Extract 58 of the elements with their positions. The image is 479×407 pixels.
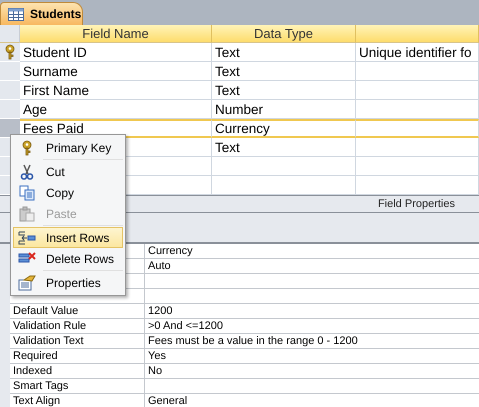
property-label[interactable]: Indexed: [10, 364, 145, 379]
property-value[interactable]: 1200: [145, 304, 479, 319]
property-label[interactable]: Default Value: [10, 304, 145, 319]
key-icon: [22, 140, 32, 156]
table-cell[interactable]: Unique identifier fo: [356, 43, 479, 62]
table-cell[interactable]: Student ID: [20, 43, 212, 62]
section-title: Field Properties: [378, 198, 455, 210]
scissors-icon: [20, 164, 34, 180]
menu-item[interactable]: Delete Rows: [13, 248, 123, 269]
property-value[interactable]: General: [145, 394, 479, 407]
property-label[interactable]: Smart Tags: [10, 379, 145, 394]
menu-item[interactable]: Properties: [13, 272, 123, 293]
property-value[interactable]: No: [145, 364, 479, 379]
property-value[interactable]: Fees must be a value in the range 0 - 1200: [145, 334, 479, 349]
table-cell[interactable]: Currency: [212, 119, 356, 138]
table-cell[interactable]: Number: [212, 100, 356, 119]
table-cell[interactable]: [356, 138, 479, 157]
menu-item[interactable]: Copy: [13, 182, 123, 203]
table-cell[interactable]: [356, 119, 479, 138]
property-value[interactable]: Yes: [145, 349, 479, 364]
column-header[interactable]: [356, 25, 479, 43]
table-cell[interactable]: Text: [212, 43, 356, 62]
menu-item[interactable]: Primary Key: [13, 137, 123, 158]
table-cell[interactable]: Text: [212, 81, 356, 100]
table-cell[interactable]: [356, 157, 479, 176]
property-label[interactable]: Validation Rule: [10, 319, 145, 334]
property-label[interactable]: Required: [10, 349, 145, 364]
properties-icon: [18, 274, 36, 290]
insert-rows-icon: [18, 230, 36, 246]
clipboard-icon: [19, 206, 35, 222]
property-label[interactable]: Text Align: [10, 394, 145, 407]
table-icon: [8, 8, 24, 20]
table-cell[interactable]: [356, 62, 479, 81]
table-tab[interactable]: Students: [0, 2, 83, 25]
property-value[interactable]: [145, 274, 479, 289]
table-cell[interactable]: [212, 157, 356, 176]
copy-icon: [19, 184, 35, 200]
row-selector[interactable]: [0, 43, 20, 62]
property-value[interactable]: >0 And <=1200: [145, 319, 479, 334]
column-header[interactable]: Field Name: [20, 25, 212, 43]
table-cell[interactable]: Age: [20, 100, 212, 119]
column-header[interactable]: Data Type: [212, 25, 356, 43]
property-value[interactable]: [145, 379, 479, 394]
table-cell[interactable]: [356, 81, 479, 100]
property-value[interactable]: Currency: [145, 244, 479, 259]
table-cell[interactable]: [356, 100, 479, 119]
property-label[interactable]: Validation Text: [10, 334, 145, 349]
table-cell[interactable]: Text: [212, 138, 356, 157]
menu-item[interactable]: Insert Rows: [13, 227, 123, 248]
table-cell[interactable]: Text: [212, 62, 356, 81]
property-value[interactable]: [145, 289, 479, 304]
table-cell[interactable]: [212, 176, 356, 195]
key-icon: [5, 44, 15, 60]
table-cell[interactable]: Surname: [20, 62, 212, 81]
table-cell[interactable]: [356, 176, 479, 195]
menu-item[interactable]: Cut: [13, 161, 123, 182]
property-value[interactable]: Auto: [145, 259, 479, 274]
table-cell[interactable]: First Name: [20, 81, 212, 100]
